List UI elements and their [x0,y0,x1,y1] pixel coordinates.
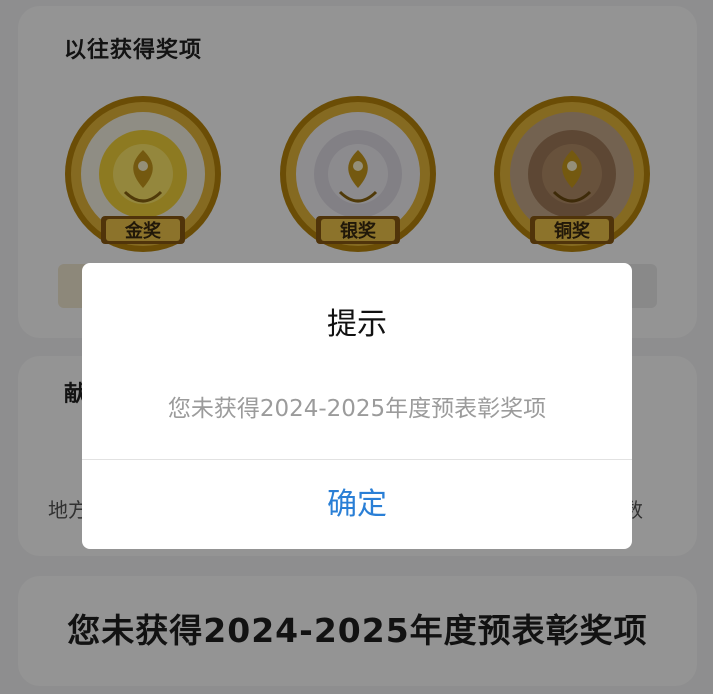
dialog-title: 提示 [327,307,387,342]
dialog-message: 您未获得2024-2025年度预表彰奖项 [167,396,547,422]
confirm-button[interactable]: 确定 [82,460,632,549]
alert-dialog: 提示 您未获得2024-2025年度预表彰奖项 确定 [82,263,632,549]
